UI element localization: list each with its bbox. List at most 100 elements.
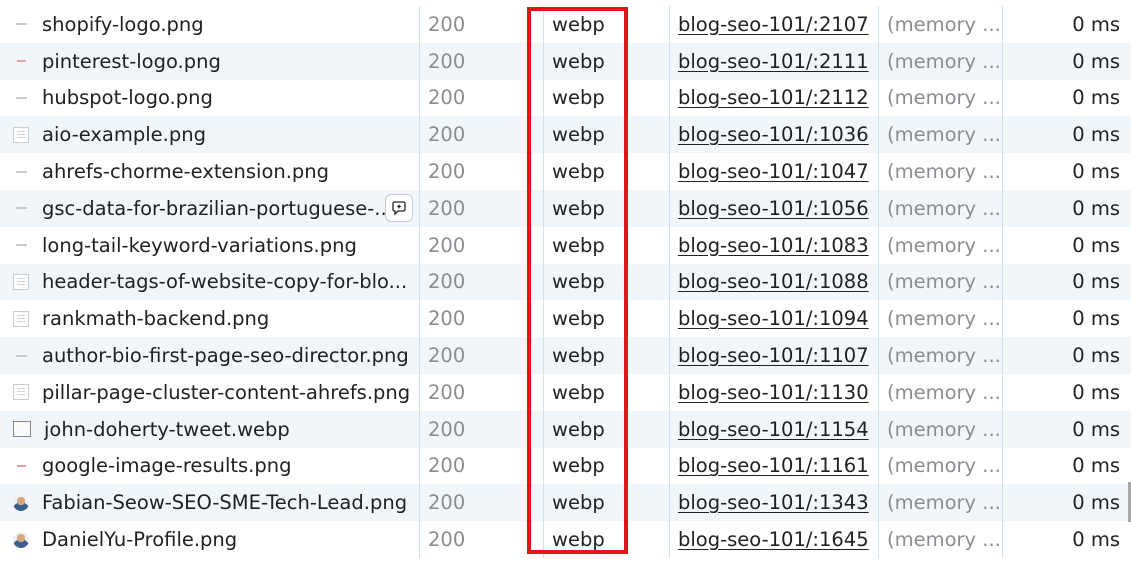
image-thumbnail-icon	[13, 90, 29, 106]
initiator-link[interactable]: blog-seo-101/:2112	[678, 86, 869, 109]
initiator-link[interactable]: blog-seo-101/:1094	[678, 307, 869, 330]
initiator-link[interactable]: blog-seo-101/:1154	[678, 418, 869, 441]
request-name: DanielYu-Profile.png	[42, 528, 238, 552]
initiator-cell: blog-seo-101/:2111	[669, 42, 878, 80]
name-cell[interactable]: shopify-logo.png	[0, 6, 419, 43]
name-cell[interactable]: pinterest-logo.png	[0, 43, 419, 80]
image-thumbnail-icon	[13, 237, 29, 253]
request-name: pinterest-logo.png	[42, 49, 221, 73]
time-cell: 0 ms	[1002, 153, 1131, 190]
initiator-link[interactable]: blog-seo-101/:1056	[678, 197, 869, 220]
size-cell: (memory ...	[878, 189, 1002, 227]
request-name: author-bio-first-page-seo-director.png	[42, 344, 409, 368]
table-row[interactable]: gsc-data-for-brazilian-portuguese-... 20…	[0, 189, 1131, 227]
size-cell: (memory ...	[878, 79, 1002, 117]
name-cell[interactable]: DanielYu-Profile.png	[0, 521, 419, 558]
status-cell: 200	[419, 42, 543, 80]
initiator-link[interactable]: blog-seo-101/:1036	[678, 123, 869, 146]
table-row[interactable]: long-tail-keyword-variations.png 200 web…	[0, 226, 1131, 264]
initiator-cell: blog-seo-101/:1645	[669, 521, 878, 558]
type-cell: webp	[543, 447, 669, 485]
status-cell: 200	[419, 410, 543, 448]
image-thumbnail-icon	[13, 348, 29, 364]
time-cell: 0 ms	[1002, 226, 1131, 264]
table-row[interactable]: hubspot-logo.png 200 webp blog-seo-101/:…	[0, 79, 1131, 117]
name-cell[interactable]: author-bio-first-page-seo-director.png	[0, 337, 419, 374]
table-row[interactable]: header-tags-of-website-copy-for-blo... 2…	[0, 263, 1131, 301]
size-cell: (memory ...	[878, 337, 1002, 374]
status-cell: 200	[419, 484, 543, 522]
type-cell: webp	[543, 300, 669, 338]
table-row[interactable]: aio-example.png 200 webp blog-seo-101/:1…	[0, 116, 1131, 154]
type-cell: webp	[543, 153, 669, 190]
initiator-link[interactable]: blog-seo-101/:2111	[678, 50, 869, 73]
name-cell[interactable]: aio-example.png	[0, 116, 419, 153]
time-cell: 0 ms	[1002, 189, 1131, 227]
initiator-cell: blog-seo-101/:1036	[669, 116, 878, 154]
type-cell: webp	[543, 189, 669, 227]
initiator-link[interactable]: blog-seo-101/:1645	[678, 528, 869, 551]
time-cell: 0 ms	[1002, 484, 1131, 522]
image-thumbnail-icon	[13, 126, 29, 143]
table-row[interactable]: rankmath-backend.png 200 webp blog-seo-1…	[0, 300, 1131, 338]
initiator-cell: blog-seo-101/:1130	[669, 373, 878, 411]
status-cell: 200	[419, 153, 543, 190]
table-row[interactable]: ahrefs-chorme-extension.png 200 webp blo…	[0, 153, 1131, 190]
table-row[interactable]: google-image-results.png 200 webp blog-s…	[0, 447, 1131, 485]
initiator-link[interactable]: blog-seo-101/:1083	[678, 234, 869, 257]
status-cell: 200	[419, 226, 543, 264]
initiator-link[interactable]: blog-seo-101/:1343	[678, 491, 869, 514]
image-thumbnail-icon	[13, 531, 29, 548]
request-name: pillar-page-cluster-content-ahrefs.png	[42, 380, 411, 404]
size-cell: (memory ...	[878, 153, 1002, 190]
type-cell: webp	[543, 42, 669, 80]
time-cell: 0 ms	[1002, 6, 1131, 43]
initiator-link[interactable]: blog-seo-101/:1161	[678, 454, 869, 477]
name-cell[interactable]: header-tags-of-website-copy-for-blo...	[0, 264, 419, 301]
time-cell: 0 ms	[1002, 410, 1131, 448]
table-row[interactable]: john-doherty-tweet.webp 200 webp blog-se…	[0, 410, 1131, 448]
initiator-link[interactable]: blog-seo-101/:1047	[678, 160, 869, 183]
name-cell[interactable]: pillar-page-cluster-content-ahrefs.png	[0, 374, 419, 411]
initiator-link[interactable]: blog-seo-101/:2107	[678, 13, 869, 36]
type-cell: webp	[543, 373, 669, 411]
image-thumbnail-icon	[13, 310, 29, 327]
size-cell: (memory ...	[878, 6, 1002, 43]
name-cell[interactable]: ahrefs-chorme-extension.png	[0, 153, 419, 190]
name-cell[interactable]: hubspot-logo.png	[0, 80, 419, 117]
table-row[interactable]: Fabian-Seow-SEO-SME-Tech-Lead.png 200 we…	[0, 484, 1131, 522]
table-row[interactable]: pillar-page-cluster-content-ahrefs.png 2…	[0, 373, 1131, 411]
status-cell: 200	[419, 116, 543, 154]
size-cell: (memory ...	[878, 410, 1002, 448]
table-row[interactable]: shopify-logo.png 200 webp blog-seo-101/:…	[0, 6, 1131, 43]
initiator-cell: blog-seo-101/:1343	[669, 484, 878, 522]
initiator-cell: blog-seo-101/:1161	[669, 447, 878, 485]
initiator-link[interactable]: blog-seo-101/:1130	[678, 381, 869, 404]
status-cell: 200	[419, 79, 543, 117]
ai-assistance-icon[interactable]	[385, 194, 413, 223]
status-cell: 200	[419, 521, 543, 558]
name-cell[interactable]: google-image-results.png	[0, 448, 419, 485]
time-cell: 0 ms	[1002, 263, 1131, 301]
status-cell: 200	[419, 447, 543, 485]
name-cell[interactable]: Fabian-Seow-SEO-SME-Tech-Lead.png	[0, 484, 419, 521]
table-row[interactable]: author-bio-first-page-seo-director.png 2…	[0, 337, 1131, 374]
name-cell[interactable]: long-tail-keyword-variations.png	[0, 227, 419, 264]
initiator-link[interactable]: blog-seo-101/:1107	[678, 344, 869, 367]
initiator-link[interactable]: blog-seo-101/:1088	[678, 270, 869, 293]
name-cell[interactable]: john-doherty-tweet.webp	[0, 411, 419, 448]
request-name: hubspot-logo.png	[42, 86, 213, 110]
type-cell: webp	[543, 484, 669, 522]
name-cell[interactable]: rankmath-backend.png	[0, 300, 419, 337]
image-thumbnail-icon	[13, 200, 29, 216]
time-cell: 0 ms	[1002, 337, 1131, 374]
status-cell: 200	[419, 263, 543, 301]
image-thumbnail-icon	[13, 16, 29, 32]
size-cell: (memory ...	[878, 521, 1002, 558]
image-thumbnail-icon	[13, 164, 29, 180]
status-cell: 200	[419, 6, 543, 43]
time-cell: 0 ms	[1002, 300, 1131, 338]
table-row[interactable]: pinterest-logo.png 200 webp blog-seo-101…	[0, 42, 1131, 80]
table-row[interactable]: DanielYu-Profile.png 200 webp blog-seo-1…	[0, 521, 1131, 558]
name-cell[interactable]: gsc-data-for-brazilian-portuguese-...	[0, 190, 419, 227]
